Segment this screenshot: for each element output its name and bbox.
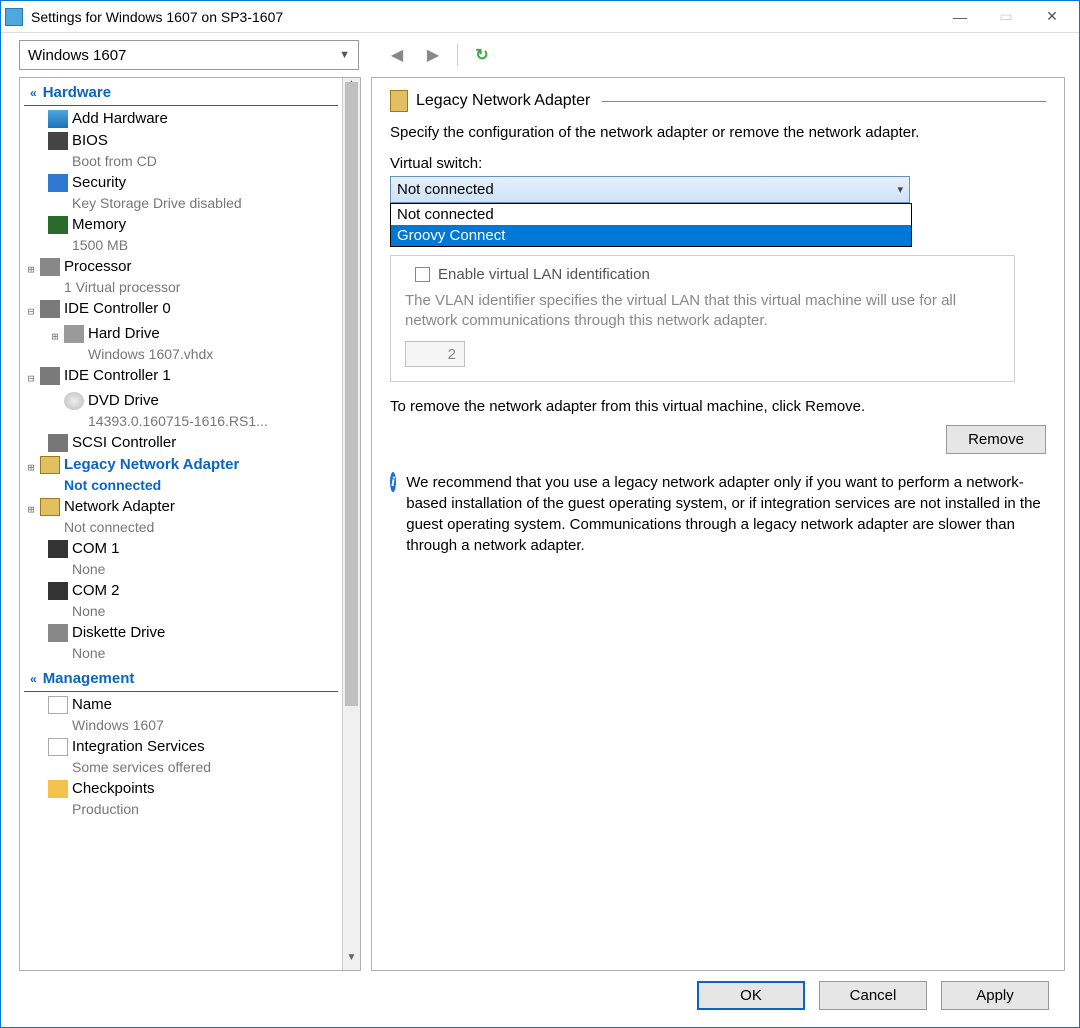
chip-icon [48,132,68,150]
window-title: Settings for Windows 1607 on SP3-1607 [31,9,937,25]
panel-intro: Specify the configuration of the network… [390,124,1046,141]
com-port-icon [48,582,68,600]
section-management[interactable]: « Management [24,666,338,692]
chevron-down-icon: ▾ [897,183,903,196]
switch-option-groovy-connect[interactable]: Groovy Connect [391,225,911,246]
tree-scrollbar[interactable]: ▲ ▼ [342,78,360,970]
collapse-icon: « [30,86,37,100]
enable-vlan-checkbox[interactable] [415,267,430,282]
info-text: We recommend that you use a legacy netwo… [406,472,1046,556]
settings-panel: Legacy Network Adapter Specify the confi… [371,77,1065,971]
tree-security[interactable]: Security Key Storage Drive disabled [20,172,342,214]
minimize-button[interactable]: — [937,1,983,33]
tree-bios[interactable]: BIOS Boot from CD [20,130,342,172]
shield-icon [48,174,68,192]
nic-icon [390,90,408,112]
controller-icon [40,300,60,318]
tree-ide0-hd[interactable]: ⊞ Hard Drive Windows 1607.vhdx [20,323,342,365]
remove-description: To remove the network adapter from this … [390,398,1046,415]
virtual-switch-dropdown[interactable]: Not connected ▾ Not connected Groovy Con… [390,176,910,203]
close-button[interactable]: ✕ [1029,1,1075,33]
virtual-switch-value: Not connected [397,181,494,198]
chevron-down-icon: ▼ [339,49,350,61]
nic-icon [40,498,60,516]
switch-option-not-connected[interactable]: Not connected [391,204,911,225]
collapse-icon: « [30,672,37,686]
nav-forward-button[interactable]: ▶ [419,41,447,69]
dialog-footer: OK Cancel Apply [1,971,1079,1027]
panel-title: Legacy Network Adapter [416,92,590,110]
cancel-button[interactable]: Cancel [819,981,927,1010]
name-icon [48,696,68,714]
hard-drive-icon [64,325,84,343]
maximize-button[interactable]: ▭ [983,1,1029,33]
tree-scsi[interactable]: SCSI Controller [20,432,342,454]
checkpoint-icon [48,780,68,798]
vm-selector-value: Windows 1607 [28,47,126,64]
integration-icon [48,738,68,756]
vlan-group: Enable virtual LAN identification The VL… [390,255,1015,382]
toolbar: Windows 1607 ▼ ◀ ▶ ↻ [1,33,1079,77]
nav-back-button[interactable]: ◀ [383,41,411,69]
scroll-thumb[interactable] [345,82,358,706]
remove-button[interactable]: Remove [946,425,1046,454]
dvd-icon [64,392,84,410]
vm-selector-dropdown[interactable]: Windows 1607 ▼ [19,40,359,70]
tree-memory[interactable]: Memory 1500 MB [20,214,342,256]
tree-ide1-dvd[interactable]: DVD Drive 14393.0.160715-1616.RS1... [20,390,342,432]
tree-diskette[interactable]: Diskette Drive None [20,622,342,664]
tree-nic[interactable]: ⊞ Network Adapter Not connected [20,496,342,538]
titlebar: Settings for Windows 1607 on SP3-1607 — … [1,1,1079,33]
expand-icon[interactable]: ⊞ [24,458,38,478]
enable-vlan-label: Enable virtual LAN identification [438,266,650,283]
vlan-description: The VLAN identifier specifies the virtua… [405,291,1000,331]
tree-processor[interactable]: ⊞ Processor 1 Virtual processor [20,256,342,298]
com-port-icon [48,540,68,558]
apply-button[interactable]: Apply [941,981,1049,1010]
expand-icon[interactable]: ⊞ [24,260,38,280]
virtual-switch-options: Not connected Groovy Connect [390,203,912,247]
controller-icon [40,367,60,385]
tree-com2[interactable]: COM 2 None [20,580,342,622]
vlan-id-input[interactable]: 2 [405,341,465,367]
expand-icon[interactable]: ⊞ [24,500,38,520]
diskette-icon [48,624,68,642]
collapse-icon[interactable]: ⊟ [24,302,38,322]
section-hardware[interactable]: « Hardware [24,80,338,106]
collapse-icon[interactable]: ⊟ [24,369,38,389]
tree-add-hardware[interactable]: Add Hardware [20,108,342,130]
tree-legacy-nic[interactable]: ⊞ Legacy Network Adapter Not connected [20,454,342,496]
tree-ide0[interactable]: ⊟ IDE Controller 0 [20,298,342,323]
app-icon [5,8,23,26]
expand-icon[interactable]: ⊞ [48,327,62,347]
monitor-icon [48,110,68,128]
scsi-icon [48,434,68,452]
info-icon: i [390,472,396,492]
settings-tree: « Hardware Add Hardware BIOS Boot from C… [19,77,361,971]
cpu-icon [40,258,60,276]
virtual-switch-label: Virtual switch: [390,155,1046,172]
ok-button[interactable]: OK [697,981,805,1010]
tree-com1[interactable]: COM 1 None [20,538,342,580]
tree-checkpoints[interactable]: Checkpoints Production [20,778,342,820]
tree-ide1[interactable]: ⊟ IDE Controller 1 [20,365,342,390]
tree-name[interactable]: Name Windows 1607 [20,694,342,736]
scroll-down-icon[interactable]: ▼ [343,952,360,970]
nic-icon [40,456,60,474]
refresh-button[interactable]: ↻ [468,41,496,69]
tree-integration[interactable]: Integration Services Some services offer… [20,736,342,778]
memory-icon [48,216,68,234]
